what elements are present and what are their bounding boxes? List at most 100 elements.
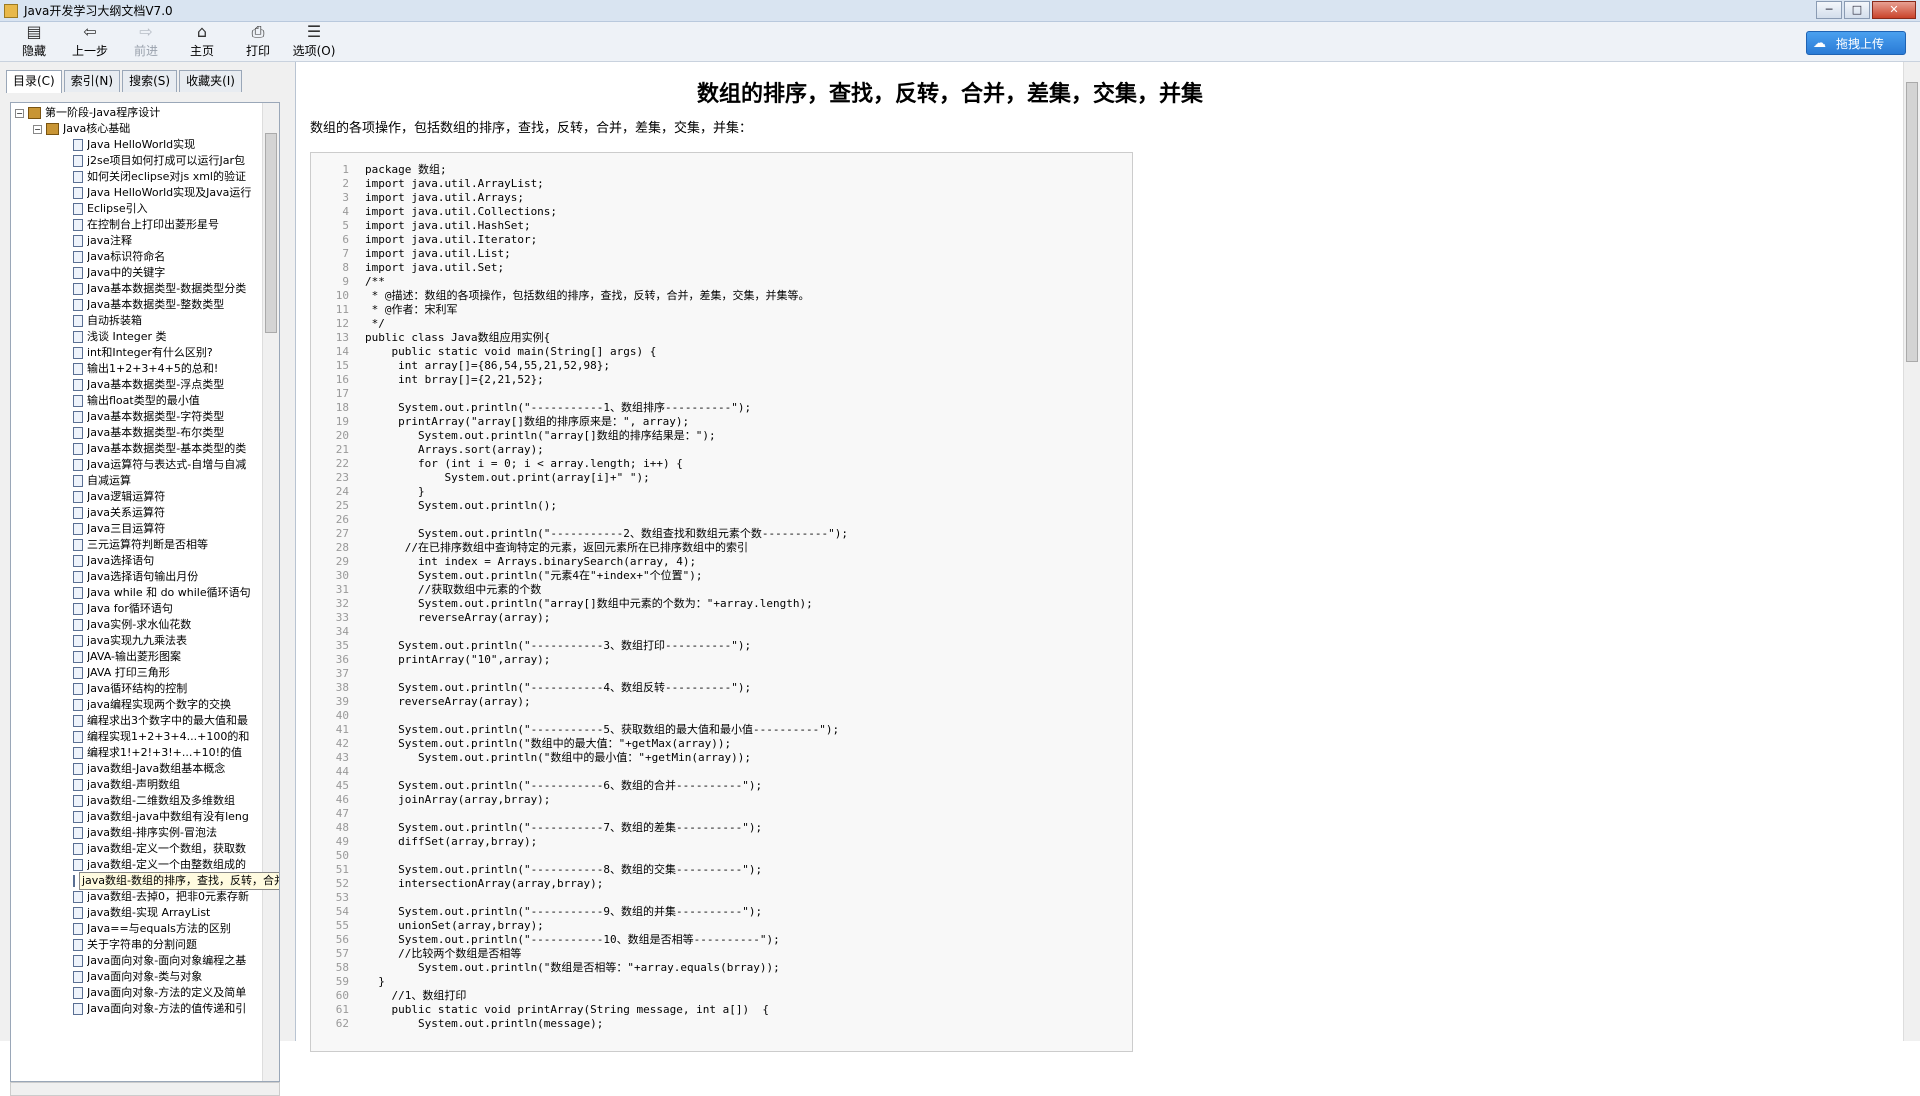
tree-item[interactable]: java数组-定义一个由整数组成的 xyxy=(11,857,263,873)
print-button[interactable]: ⎙ 打印 xyxy=(230,23,286,61)
tree-item[interactable]: Java选择语句输出月份 xyxy=(11,569,263,585)
minimize-button[interactable]: ─ xyxy=(1816,1,1842,19)
tree-item[interactable]: Java基本数据类型-布尔类型 xyxy=(11,425,263,441)
code-line: 31 //获取数组中元素的个数 xyxy=(311,583,1132,597)
tree-item[interactable]: Java选择语句 xyxy=(11,553,263,569)
line-number: 5 xyxy=(342,219,349,232)
tree-item[interactable]: Java面向对象-方法的定义及简单 xyxy=(11,985,263,1001)
tree-item[interactable]: 自减运算 xyxy=(11,473,263,489)
tree-item[interactable]: Java实例-求水仙花数 xyxy=(11,617,263,633)
code-text: System.out.println("-----------5、获取数组的最大… xyxy=(365,723,840,736)
collapse-icon[interactable]: − xyxy=(15,108,24,118)
tree-item[interactable]: java注释 xyxy=(11,233,263,249)
code-line: 33 reverseArray(array); xyxy=(311,611,1132,625)
tree-item[interactable]: 编程求出3个数字中的最大值和最 xyxy=(11,713,263,729)
tree-item[interactable]: Java基本数据类型-数据类型分类 xyxy=(11,281,263,297)
tree-item[interactable]: Eclipse引入 xyxy=(11,201,263,217)
tree-horizontal-scrollbar[interactable] xyxy=(10,1082,280,1096)
tree-item[interactable]: int和Integer有什么区别? xyxy=(11,345,263,361)
code-line: 15 int array[]={86,54,55,21,52,98}; xyxy=(311,359,1132,373)
code-line: 16 int brray[]={2,21,52}; xyxy=(311,373,1132,387)
tree-item[interactable]: java数组-实现 ArrayList xyxy=(11,905,263,921)
code-line: 6 import java.util.Iterator; xyxy=(311,233,1132,247)
maximize-button[interactable]: □ xyxy=(1844,1,1870,19)
line-number: 50 xyxy=(335,849,349,862)
tree-item[interactable]: Java for循环语句 xyxy=(11,601,263,617)
code-line: 9 /** xyxy=(311,275,1132,289)
scroll-thumb[interactable] xyxy=(265,133,277,333)
tree-item[interactable]: Java while 和 do while循环语句 xyxy=(11,585,263,601)
tree-item[interactable]: java编程实现两个数字的交换 xyxy=(11,697,263,713)
tree-item[interactable]: java数组-去掉0，把非0元素存新 xyxy=(11,889,263,905)
tree-item[interactable]: Java基本数据类型-整数类型 xyxy=(11,297,263,313)
tree-item[interactable]: java实现九九乘法表 xyxy=(11,633,263,649)
tree-item[interactable]: Java基本数据类型-基本类型的类 xyxy=(11,441,263,457)
tree-item[interactable]: 编程实现1+2+3+4...+100的和 xyxy=(11,729,263,745)
tree-item[interactable]: java数组-二维数组及多维数组 xyxy=(11,793,263,809)
tree-item[interactable]: Java三目运算符 xyxy=(11,521,263,537)
tree-item[interactable]: 浅谈 Integer 类 xyxy=(11,329,263,345)
code-line: 51 System.out.println("-----------8、数组的交… xyxy=(311,863,1132,877)
line-number: 61 xyxy=(335,1003,349,1016)
tree-item[interactable]: 编程求1!+2!+3!+...+10!的值 xyxy=(11,745,263,761)
tree-item[interactable]: Java HelloWorld实现及Java运行 xyxy=(11,185,263,201)
tree-item[interactable]: Java逻辑运算符 xyxy=(11,489,263,505)
tree-root[interactable]: − 第一阶段-Java程序设计 xyxy=(11,105,263,121)
tree-item[interactable]: Java面向对象-类与对象 xyxy=(11,969,263,985)
tree-item[interactable]: java关系运算符 xyxy=(11,505,263,521)
tree-item[interactable]: 如何关闭eclipse对js xml的验证 xyxy=(11,169,263,185)
tab-favorites[interactable]: 收藏夹(I) xyxy=(179,70,242,92)
tree-item[interactable]: java数组-Java数组基本概念 xyxy=(11,761,263,777)
tree-item[interactable]: Java运算符与表达式-自增与自减 xyxy=(11,457,263,473)
tree-item-label: Eclipse引入 xyxy=(87,202,148,215)
tree-item[interactable]: Java面向对象-方法的值传递和引 xyxy=(11,1001,263,1017)
tree-item[interactable]: 自动拆装箱 xyxy=(11,313,263,329)
page-icon xyxy=(73,171,83,183)
tree-item[interactable]: java数组-数组的排序，查找，反转，合并，差集，交集，并集 xyxy=(11,872,279,890)
tree-item[interactable]: java数组-声明数组 xyxy=(11,777,263,793)
close-button[interactable]: ✕ xyxy=(1872,1,1916,19)
tree-item[interactable]: java数组-排序实例-冒泡法 xyxy=(11,825,263,841)
scroll-thumb[interactable] xyxy=(1906,82,1918,362)
back-button[interactable]: ⇦ 上一步 xyxy=(62,23,118,61)
tree-item[interactable]: Java基本数据类型-字符类型 xyxy=(11,409,263,425)
hide-button[interactable]: ▤ 隐藏 xyxy=(6,23,62,61)
tree-item[interactable]: Java HelloWorld实现 xyxy=(11,137,263,153)
tree-item[interactable]: JAVA-输出菱形图案 xyxy=(11,649,263,665)
tree-item[interactable]: java数组-定义一个数组，获取数 xyxy=(11,841,263,857)
code-text: System.out.println("-----------1、数组排序---… xyxy=(365,401,752,414)
tree-item[interactable]: 关于字符串的分割问题 xyxy=(11,937,263,953)
line-number: 39 xyxy=(335,695,349,708)
tree-item[interactable]: j2se项目如何打成可以运行Jar包 xyxy=(11,153,263,169)
content-pane: 数组的排序，查找，反转，合并，差集，交集，并集 数组的各项操作，包括数组的排序，… xyxy=(300,62,1920,1052)
options-button[interactable]: ☰ 选项(O) xyxy=(286,23,342,61)
tree-item[interactable]: java数组-java中数组有没有leng xyxy=(11,809,263,825)
collapse-icon[interactable]: − xyxy=(33,124,42,134)
tree-item[interactable]: 输出float类型的最小值 xyxy=(11,393,263,409)
tree-item[interactable]: Java中的关键字 xyxy=(11,265,263,281)
forward-button[interactable]: ⇨ 前进 xyxy=(118,23,174,61)
tree-scrollbar[interactable] xyxy=(262,103,279,1081)
tree-item[interactable]: 三元运算符判断是否相等 xyxy=(11,537,263,553)
code-line: 12 */ xyxy=(311,317,1132,331)
tree-item[interactable]: Java面向对象-面向对象编程之基 xyxy=(11,953,263,969)
tree-item[interactable]: Java循环结构的控制 xyxy=(11,681,263,697)
line-number: 30 xyxy=(335,569,349,582)
tree-item[interactable]: Java==与equals方法的区别 xyxy=(11,921,263,937)
upload-button[interactable]: ☁ 拖拽上传 xyxy=(1806,31,1906,55)
tree-group[interactable]: − Java核心基础 xyxy=(11,121,263,137)
tree-item-label: 自减运算 xyxy=(87,474,131,487)
tab-search[interactable]: 搜索(S) xyxy=(122,70,178,92)
tree-item-label: Java==与equals方法的区别 xyxy=(87,922,231,935)
tree-item[interactable]: JAVA 打印三角形 xyxy=(11,665,263,681)
content-scrollbar[interactable] xyxy=(1903,62,1920,1041)
contents-tree[interactable]: − 第一阶段-Java程序设计 − Java核心基础 Java HelloWor… xyxy=(10,102,280,1082)
tab-index[interactable]: 索引(N) xyxy=(63,70,121,92)
home-button[interactable]: ⌂ 主页 xyxy=(174,23,230,61)
tab-contents[interactable]: 目录(C) xyxy=(6,70,62,93)
tree-item[interactable]: Java标识符命名 xyxy=(11,249,263,265)
tree-item[interactable]: Java基本数据类型-浮点类型 xyxy=(11,377,263,393)
tree-item[interactable]: 在控制台上打印出菱形星号 xyxy=(11,217,263,233)
code-text: /** xyxy=(365,275,385,288)
tree-item[interactable]: 输出1+2+3+4+5的总和! xyxy=(11,361,263,377)
